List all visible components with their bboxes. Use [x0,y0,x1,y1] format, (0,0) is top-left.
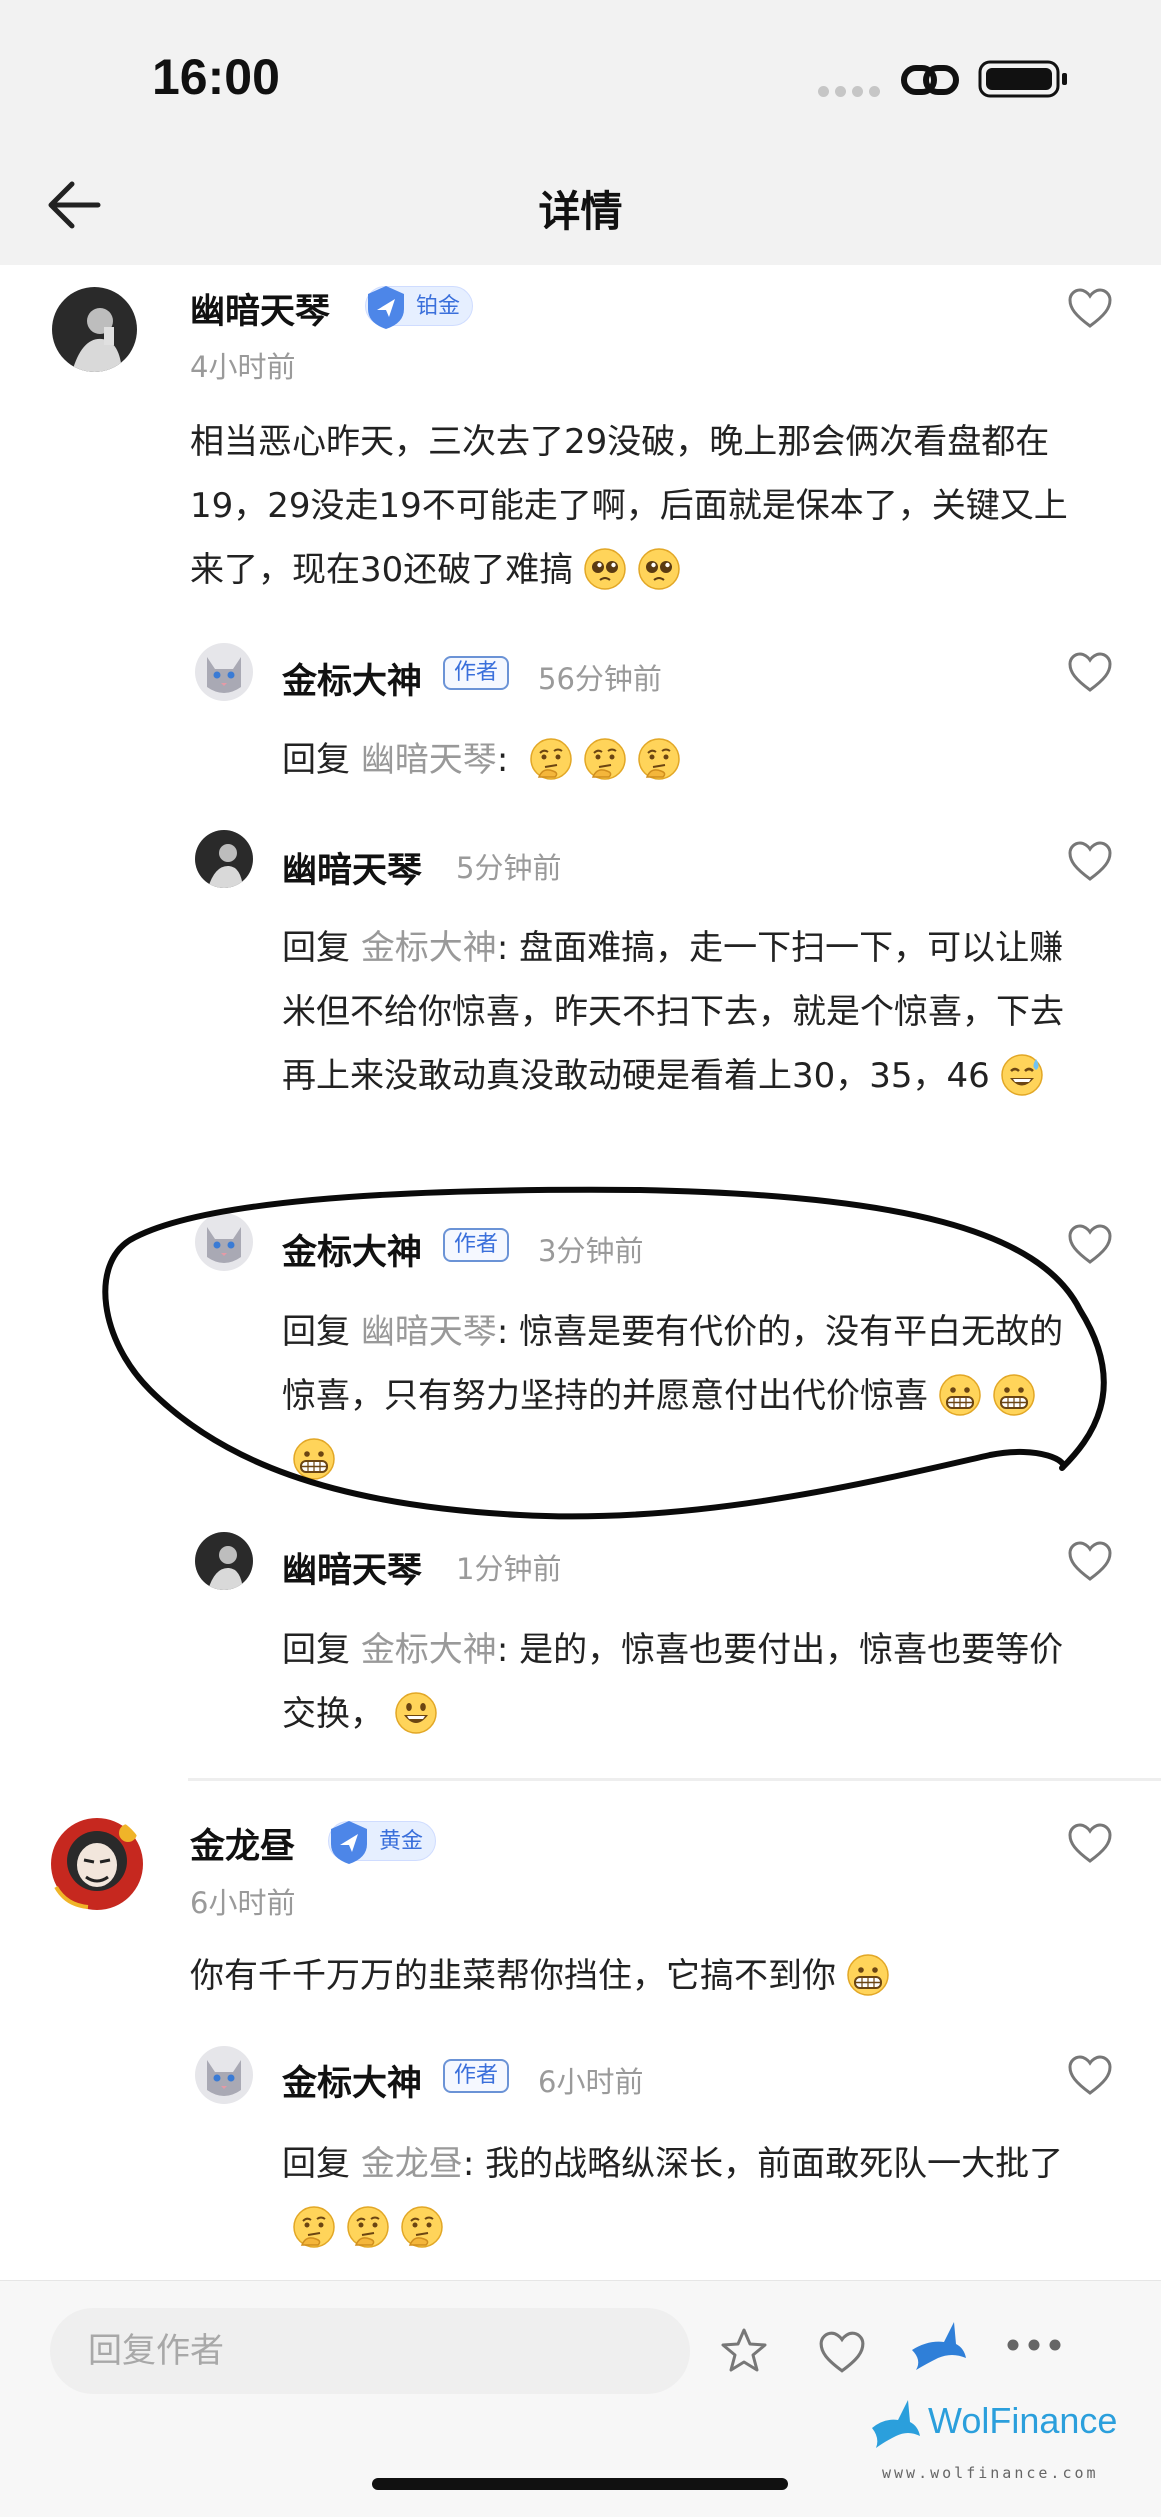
avatar[interactable] [195,1213,253,1271]
avatar[interactable] [52,287,137,372]
avatar[interactable] [195,643,253,701]
watermark: WolFinance www.wolfinance.com [868,2392,1138,2492]
wolfinance-logo-icon [872,2400,920,2448]
comment-body: 相当恶心昨天，三次去了29没破，晚上那会俩次看盘都在19，29没走19不可能走了… [190,410,1070,602]
avatar[interactable] [195,2046,253,2104]
comment-username[interactable]: 金龙昼 [190,1818,295,1869]
battery-icon [978,60,1067,98]
watermark-url: www.wolfinance.com [882,2464,1099,2482]
level-badge: 铂金 [365,286,474,329]
reply-prefix: 回复 [282,2144,350,2184]
home-indicator [372,2478,788,2490]
reply-body: 回复 幽暗天琴: [282,728,1072,792]
timestamp: 4小时前 [190,350,296,384]
like-heart-icon[interactable] [1067,287,1113,329]
reply-prefix: 回复 [282,928,350,968]
reply-username[interactable]: 幽暗天琴 [282,842,422,893]
like-heart-icon[interactable] [1067,2054,1113,2096]
like-heart-icon[interactable] [1067,1540,1113,1582]
reply-username[interactable]: 幽暗天琴 [282,1542,422,1593]
timestamp: 6小时前 [538,2065,644,2099]
grimacing-face-icon [938,1373,982,1417]
grimacing-face-icon [292,1437,336,1481]
reply-prefix: 回复 [282,1312,350,1352]
reply-body: 回复 金龙昼: 我的战略纵深长，前面敢死队一大批了 [282,2132,1072,2260]
thinking-face-icon [292,2205,336,2249]
grimacing-face-icon [846,1953,890,1997]
status-time: 16:00 [152,49,280,105]
badge-label: 铂金 [416,294,461,319]
share-shark-icon[interactable] [908,2318,970,2376]
grinning-sweat-face-icon [1000,1053,1044,1097]
rank-shield-icon [331,1821,367,1864]
more-options-icon[interactable] [1006,2338,1062,2352]
reply-body: 回复 金标大神: 是的，惊喜也要付出，惊喜也要等价交换， [282,1630,1064,1735]
thinking-face-icon [583,737,627,781]
smiling-face-icon [394,1691,438,1735]
like-heart-icon[interactable] [1067,1223,1113,1265]
avatar[interactable] [195,830,253,888]
timestamp: 56分钟前 [538,662,662,696]
reply-target-user[interactable]: 金标大神 [361,1630,497,1670]
like-heart-icon[interactable] [818,2330,866,2374]
status-bar: 16:00 [0,0,1161,150]
thinking-face-icon [400,2205,444,2249]
reply-prefix: 回复 [282,740,350,780]
signal-icon [818,86,882,98]
avatar[interactable] [48,1815,146,1913]
reply-username[interactable]: 金标大神 [282,2055,422,2106]
timestamp: 3分钟前 [538,1234,644,1268]
reply-target-user[interactable]: 金标大神 [361,928,497,968]
thinking-face-icon [346,2205,390,2249]
badge-label: 黄金 [379,1829,424,1854]
comment-divider [188,1778,1161,1781]
reply-text: 我的战略纵深长，前面敢死队一大批了 [485,2144,1064,2184]
comment-text: 你有千千万万的韭菜帮你挡住，它搞不到你 [190,1956,836,1996]
pleading-face-icon [637,547,681,591]
comment-username[interactable]: 幽暗天琴 [190,283,330,334]
comment-body: 你有千千万万的韭菜帮你挡住，它搞不到你 [190,1944,1070,2008]
reply-username[interactable]: 金标大神 [282,1224,422,1275]
rank-shield-icon [368,286,404,329]
comment-text: 相当恶心昨天，三次去了29没破，晚上那会俩次看盘都在19，29没走19不可能走了… [190,422,1068,590]
reply-prefix: 回复 [282,1630,350,1670]
timestamp: 5分钟前 [456,851,562,885]
timestamp: 6小时前 [190,1886,296,1920]
watermark-brand: WolFinance [928,2400,1118,2441]
avatar[interactable] [195,1532,253,1590]
like-heart-icon[interactable] [1067,651,1113,693]
timestamp: 1分钟前 [456,1552,562,1586]
pleading-face-icon [583,547,627,591]
reply-body: 回复 金标大神: 盘面难搞，走一下扫一下，可以让赚米但不给你惊喜，昨天不扫下去，… [282,928,1064,1097]
like-heart-icon[interactable] [1067,840,1113,882]
author-tag: 作者 [443,2059,510,2093]
page-title: 详情 [538,187,623,236]
level-badge: 黄金 [328,1821,437,1864]
author-tag: 作者 [443,1228,510,1262]
reply-target-user[interactable]: 幽暗天琴 [361,740,497,780]
author-tag: 作者 [443,656,510,690]
reply-author-input[interactable] [50,2308,690,2394]
like-heart-icon[interactable] [1067,1822,1113,1864]
reply-target-user[interactable]: 幽暗天琴 [361,1312,497,1352]
reply-username[interactable]: 金标大神 [282,653,422,704]
link-icon [901,65,959,95]
star-favorite-icon[interactable] [718,2326,770,2376]
thinking-face-icon [529,737,573,781]
reply-body: 回复 幽暗天琴: 惊喜是要有代价的，没有平白无故的惊喜，只有努力坚持的并愿意付出… [282,1300,1072,1492]
grimacing-face-icon [992,1373,1036,1417]
reply-target-user[interactable]: 金龙昼 [361,2144,463,2184]
thinking-face-icon [637,737,681,781]
